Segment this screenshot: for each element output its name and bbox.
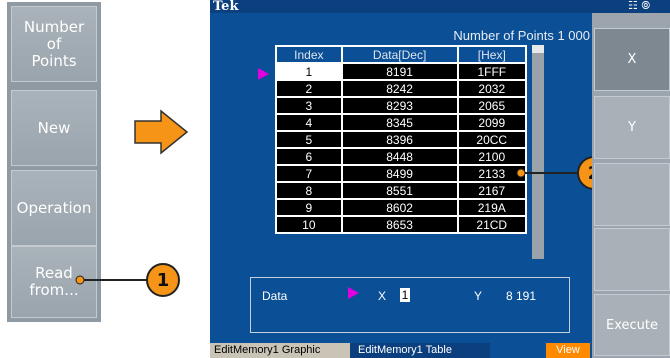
x-label: X (378, 289, 387, 303)
brand-label: Tek (213, 0, 239, 14)
number-of-points-line3: Points (31, 51, 77, 70)
y-label: Y (474, 289, 483, 303)
cell-dec[interactable]: 8602 (340, 198, 459, 217)
cell-dec[interactable]: 8345 (340, 113, 459, 132)
cell-dec[interactable]: 8653 (340, 215, 459, 234)
header-data-dec: Data[Dec] (340, 45, 459, 64)
x-button[interactable]: X (594, 28, 670, 91)
cell-hex[interactable]: 2065 (456, 96, 528, 115)
cell-index[interactable]: 10 (275, 215, 343, 234)
table-row[interactable]: 9 8602 219A (275, 198, 528, 217)
cell-index[interactable]: 8 (275, 181, 343, 200)
y-button[interactable]: Y (594, 96, 670, 159)
memory-table: Index Data[Dec] [Hex] 1 8191 1FFF 2 8242… (275, 45, 528, 234)
header-hex: [Hex] (456, 45, 528, 64)
screen-top-bar (210, 0, 670, 13)
number-of-points-line2: of (46, 34, 62, 53)
blank-button-1[interactable] (594, 163, 670, 226)
table-scrollbar[interactable] (532, 45, 544, 259)
cell-dec[interactable]: 8448 (340, 147, 459, 166)
cell-dec[interactable]: 8242 (340, 79, 459, 98)
tab-editmemory-graphic[interactable]: EditMemory1 Graphic (210, 343, 350, 358)
cell-hex[interactable]: 1FFF (456, 62, 528, 81)
cell-index[interactable]: 7 (275, 164, 343, 183)
cell-dec[interactable]: 8191 (340, 62, 459, 81)
execute-button[interactable]: Execute (594, 294, 670, 356)
y-value: 8 191 (506, 289, 537, 303)
number-of-points-button[interactable]: Number of Points (11, 6, 97, 82)
cell-hex[interactable]: 2167 (456, 181, 528, 200)
cell-hex[interactable]: 219A (456, 198, 528, 217)
number-of-points-line1: Number (23, 17, 85, 36)
callout-1: 1 (146, 263, 180, 297)
x-value-field[interactable]: 1 (400, 288, 410, 302)
cell-index[interactable]: 4 (275, 113, 343, 132)
table-row[interactable]: 4 8345 2099 (275, 113, 528, 132)
table-row[interactable]: 2 8242 2032 (275, 79, 528, 98)
cell-dec[interactable]: 8551 (340, 181, 459, 200)
table-row[interactable]: 6 8448 2100 (275, 147, 528, 166)
data-label: Data (262, 289, 288, 303)
blank-button-2[interactable] (594, 228, 670, 291)
read-from-line1: Read (35, 264, 73, 282)
status-icons: ☷ ⦾ (628, 0, 651, 12)
new-button[interactable]: New (11, 90, 97, 166)
table-row[interactable]: 7 8499 2133 (275, 164, 528, 183)
callout-1-leader (75, 275, 150, 285)
cell-index[interactable]: 9 (275, 198, 343, 217)
data-marker-icon (348, 287, 359, 302)
operation-button[interactable]: Operation (11, 170, 97, 246)
tab-editmemory-table[interactable]: EditMemory1 Table (350, 343, 490, 358)
cell-hex[interactable]: 2032 (456, 79, 528, 98)
table-row[interactable]: 10 8653 21CD (275, 215, 528, 234)
right-arrow-icon (134, 109, 189, 155)
number-of-points-readout: Number of Points 1 000 (453, 28, 590, 43)
cell-index[interactable]: 5 (275, 130, 343, 149)
table-row[interactable]: 5 8396 20CC (275, 130, 528, 149)
cell-index[interactable]: 1 (275, 62, 343, 81)
operation-label: Operation (16, 198, 92, 217)
cell-dec[interactable]: 8396 (340, 130, 459, 149)
cell-hex[interactable]: 2100 (456, 147, 528, 166)
data-entry-box (250, 277, 570, 333)
table-row[interactable]: 3 8293 2065 (275, 96, 528, 115)
cell-hex[interactable]: 2099 (456, 113, 528, 132)
header-index: Index (275, 45, 343, 64)
cell-index[interactable]: 2 (275, 79, 343, 98)
cell-hex[interactable]: 21CD (456, 215, 528, 234)
triangle-marker-icon (258, 68, 269, 80)
table-row[interactable]: 1 8191 1FFF (275, 62, 528, 81)
table-row[interactable]: 8 8551 2167 (275, 181, 528, 200)
new-label: New (37, 118, 71, 137)
cell-hex[interactable]: 20CC (456, 130, 528, 149)
cell-dec[interactable]: 8499 (340, 164, 459, 183)
cell-dec[interactable]: 8293 (340, 96, 459, 115)
table-header-row: Index Data[Dec] [Hex] (275, 45, 528, 64)
cell-index[interactable]: 6 (275, 147, 343, 166)
cell-index[interactable]: 3 (275, 96, 343, 115)
view-tab[interactable]: View (546, 343, 590, 358)
scrollbar-thumb[interactable] (532, 45, 544, 53)
